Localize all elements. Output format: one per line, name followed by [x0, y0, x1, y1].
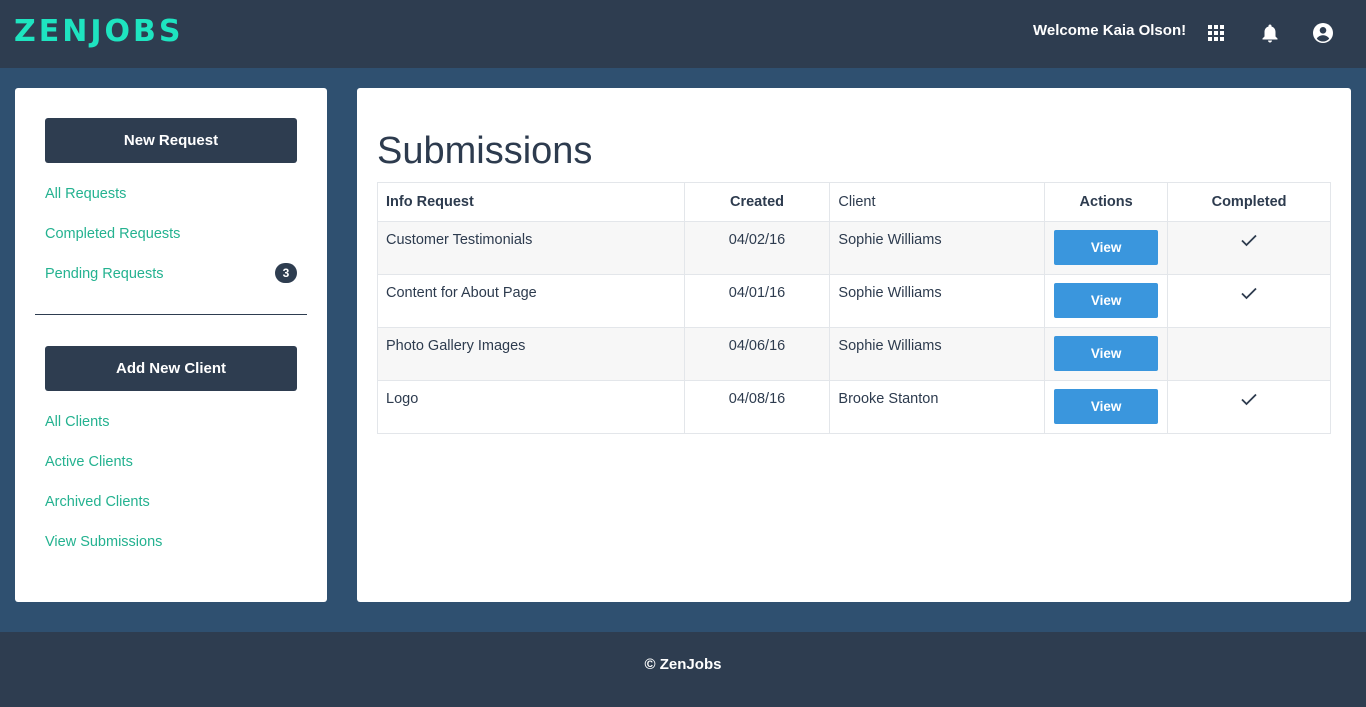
view-button[interactable]: View [1054, 283, 1159, 318]
cell-actions: View [1044, 380, 1169, 434]
cell-created: 04/02/16 [683, 221, 831, 275]
cell-completed [1167, 380, 1331, 434]
cell-actions: View [1044, 327, 1169, 381]
cell-client: Sophie Williams [829, 327, 1046, 381]
cell-completed [1167, 221, 1331, 275]
view-button[interactable]: View [1054, 230, 1159, 265]
cell-info-request: Photo Gallery Images [377, 327, 685, 381]
footer: © ZenJobs [0, 632, 1366, 707]
cell-created: 04/08/16 [683, 380, 831, 434]
cell-info-request: Logo [377, 380, 685, 434]
cell-actions: View [1044, 221, 1169, 275]
welcome-message: Welcome Kaia Olson! [1033, 22, 1187, 39]
cell-client: Sophie Williams [829, 274, 1046, 328]
sidebar-item-pending-requests[interactable]: Pending Requests [45, 264, 164, 284]
page-title: Submissions [377, 130, 593, 172]
cell-created: 04/01/16 [683, 274, 831, 328]
sidebar-divider [35, 314, 307, 315]
cell-info-request: Customer Testimonials [377, 221, 685, 275]
account-circle-icon[interactable] [1312, 22, 1334, 44]
cell-actions: View [1044, 274, 1169, 328]
table-row: Logo 04/08/16 Brooke Stanton View [377, 380, 1331, 434]
add-new-client-button[interactable]: Add New Client [45, 346, 297, 391]
table-row: Photo Gallery Images 04/06/16 Sophie Willi… [377, 327, 1331, 381]
cell-client: Sophie Williams [829, 221, 1046, 275]
table-row: Content for About Page 04/01/16 Sophie Wil… [377, 274, 1331, 328]
main-panel: Submissions Info Request Created Client … [357, 88, 1351, 602]
sidebar-item-completed-requests[interactable]: Completed Requests [45, 224, 180, 244]
column-header-completed: Completed [1167, 182, 1331, 222]
view-button[interactable]: View [1054, 389, 1159, 424]
apps-grid-icon[interactable] [1205, 22, 1227, 44]
checkmark-icon [1240, 284, 1258, 302]
table-row: Customer Testimonials 04/02/16 Sophie Will… [377, 221, 1331, 275]
column-header-actions: Actions [1044, 182, 1169, 222]
sidebar-item-all-clients[interactable]: All Clients [45, 412, 109, 432]
sidebar-item-all-requests[interactable]: All Requests [45, 184, 126, 204]
footer-copyright: © ZenJobs [644, 656, 722, 673]
column-header-client: Client [829, 182, 1046, 222]
cell-completed [1167, 274, 1331, 328]
view-button[interactable]: View [1054, 336, 1159, 371]
checkmark-icon [1240, 231, 1258, 249]
pending-count-badge: 3 [275, 263, 297, 283]
sidebar-item-archived-clients[interactable]: Archived Clients [45, 492, 150, 512]
sidebar-item-view-submissions[interactable]: View Submissions [45, 532, 162, 552]
sidebar-item-active-clients[interactable]: Active Clients [45, 452, 133, 472]
new-request-button[interactable]: New Request [45, 118, 297, 163]
column-header-info-request: Info Request [377, 182, 685, 222]
checkmark-icon [1240, 390, 1258, 408]
cell-completed [1167, 327, 1331, 381]
cell-info-request: Content for About Page [377, 274, 685, 328]
bell-icon[interactable] [1259, 22, 1281, 44]
sidebar: New Request All Requests Completed Reque… [15, 88, 327, 602]
table-header-row: Info Request Created Client Actions Comp… [377, 182, 1331, 222]
cell-created: 04/06/16 [683, 327, 831, 381]
submissions-table: Info Request Created Client Actions Comp… [377, 182, 1331, 434]
column-header-created: Created [683, 182, 831, 222]
zenjobs-logo[interactable]: ZENJOBS [14, 14, 184, 50]
cell-client: Brooke Stanton [829, 380, 1046, 434]
top-navbar: ZENJOBS Welcome Kaia Olson! [0, 0, 1366, 68]
